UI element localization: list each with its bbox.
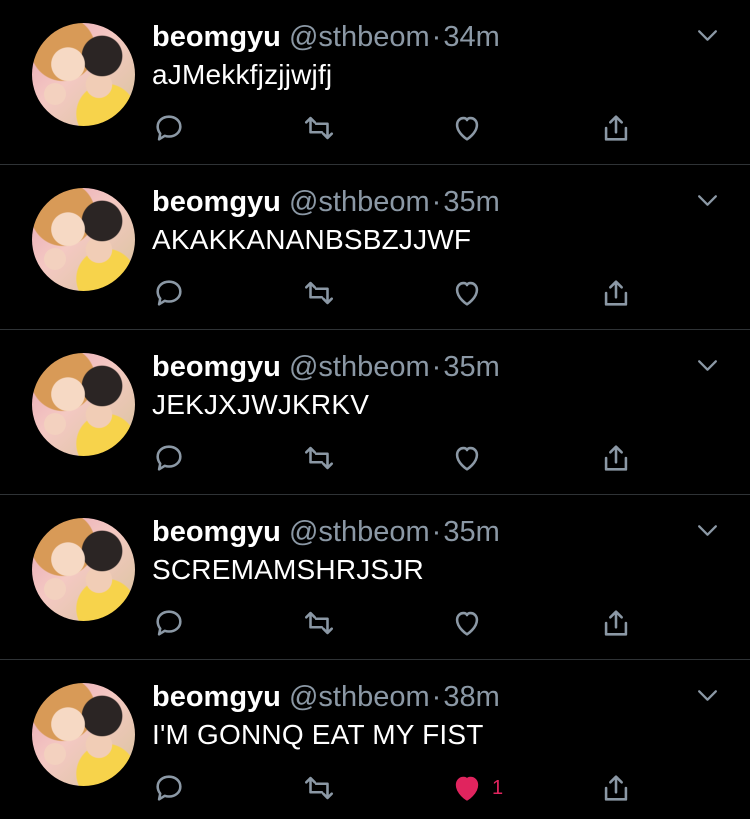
like-button[interactable] [450, 275, 492, 311]
share-button[interactable] [599, 770, 633, 806]
avatar[interactable] [32, 683, 135, 786]
share-button[interactable] [599, 110, 633, 146]
chevron-down-icon[interactable] [695, 683, 720, 708]
share-icon [604, 610, 628, 636]
username[interactable]: @sthbeom [289, 21, 430, 53]
retweet-button[interactable] [302, 440, 336, 476]
heart-icon [455, 116, 479, 141]
share-button[interactable] [599, 605, 633, 641]
chevron-down-icon[interactable] [695, 353, 720, 378]
tweet-text: JEKJXJWJKRKV [152, 389, 370, 420]
tweet-actions [152, 440, 638, 476]
like-count: 1 [492, 776, 504, 799]
avatar[interactable] [32, 23, 135, 126]
avatar[interactable] [32, 353, 135, 456]
retweet-button[interactable] [302, 110, 336, 146]
avatar[interactable] [32, 188, 135, 291]
tweet-actions [152, 605, 638, 641]
username[interactable]: @sthbeom [289, 516, 430, 548]
tweet-header: beomgyu @sthbeom·35m [152, 515, 660, 549]
tweet-item[interactable]: beomgyu @sthbeom·38m I'M GONNQ EAT MY FI… [0, 660, 750, 819]
timestamp: 35m [443, 516, 500, 548]
tweet-header: beomgyu @sthbeom·34m [152, 20, 660, 54]
heart-icon [455, 446, 479, 471]
reply-button[interactable] [152, 605, 186, 641]
retweet-icon [304, 776, 334, 800]
reply-button[interactable] [152, 275, 186, 311]
retweet-icon [304, 116, 334, 140]
share-icon [604, 775, 628, 801]
tweet-actions [152, 110, 638, 146]
tweet-text: I'M GONNQ EAT MY FIST [152, 719, 484, 750]
chevron-down-icon[interactable] [695, 23, 720, 48]
reply-icon [156, 115, 182, 141]
retweet-icon [304, 446, 334, 470]
reply-button[interactable] [152, 110, 186, 146]
username[interactable]: @sthbeom [289, 186, 430, 218]
heart-icon [455, 281, 479, 306]
share-icon [604, 445, 628, 471]
display-name[interactable]: beomgyu [152, 351, 281, 383]
share-icon [604, 280, 628, 306]
heart-icon [455, 776, 479, 801]
retweet-button[interactable] [302, 605, 336, 641]
reply-icon [156, 280, 182, 306]
separator: · [431, 21, 442, 53]
timestamp: 34m [443, 21, 500, 53]
reply-button[interactable] [152, 440, 186, 476]
share-button[interactable] [599, 440, 633, 476]
tweet-actions: 1 [152, 770, 638, 806]
timestamp: 35m [443, 186, 500, 218]
display-name[interactable]: beomgyu [152, 681, 281, 713]
display-name[interactable]: beomgyu [152, 21, 281, 53]
like-button[interactable]: 1 [450, 770, 503, 806]
separator: · [431, 681, 442, 713]
display-name[interactable]: beomgyu [152, 186, 281, 218]
tweet-header: beomgyu @sthbeom·35m [152, 350, 660, 384]
reply-icon [156, 445, 182, 471]
avatar[interactable] [32, 518, 135, 621]
separator: · [431, 351, 442, 383]
username[interactable]: @sthbeom [289, 681, 430, 713]
tweet-text: SCREMAMSHRJSJR [152, 554, 424, 585]
retweet-button[interactable] [302, 275, 336, 311]
tweet-header: beomgyu @sthbeom·35m [152, 185, 660, 219]
tweet-item[interactable]: beomgyu @sthbeom·35m AKAKKANANBSBZJJWF [0, 165, 750, 330]
reply-button[interactable] [152, 770, 186, 806]
separator: · [431, 186, 442, 218]
tweet-feed: beomgyu @sthbeom·34m aJMekkfjzjjwjfj beo… [0, 0, 750, 819]
tweet-item[interactable]: beomgyu @sthbeom·34m aJMekkfjzjjwjfj [0, 0, 750, 165]
tweet-actions [152, 275, 638, 311]
retweet-button[interactable] [302, 770, 336, 806]
separator: · [431, 516, 442, 548]
reply-icon [156, 610, 182, 636]
like-button[interactable] [450, 440, 492, 476]
tweet-header: beomgyu @sthbeom·38m [152, 680, 660, 714]
retweet-icon [304, 611, 334, 635]
tweet-text: aJMekkfjzjjwjfj [152, 59, 333, 90]
retweet-icon [304, 281, 334, 305]
reply-icon [156, 775, 182, 801]
tweet-item[interactable]: beomgyu @sthbeom·35m JEKJXJWJKRKV [0, 330, 750, 495]
share-button[interactable] [599, 275, 633, 311]
display-name[interactable]: beomgyu [152, 516, 281, 548]
like-button[interactable] [450, 110, 492, 146]
username[interactable]: @sthbeom [289, 351, 430, 383]
chevron-down-icon[interactable] [695, 188, 720, 213]
tweet-item[interactable]: beomgyu @sthbeom·35m SCREMAMSHRJSJR [0, 495, 750, 660]
share-icon [604, 115, 628, 141]
timestamp: 35m [443, 351, 500, 383]
like-button[interactable] [450, 605, 492, 641]
timestamp: 38m [443, 681, 500, 713]
chevron-down-icon[interactable] [695, 518, 720, 543]
tweet-text: AKAKKANANBSBZJJWF [152, 224, 472, 255]
heart-icon [455, 611, 479, 636]
